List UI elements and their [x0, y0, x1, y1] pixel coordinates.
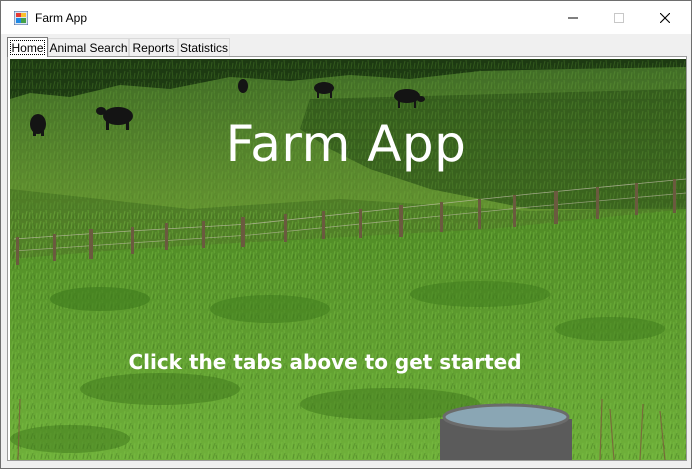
maximize-button[interactable] [596, 1, 642, 34]
window-title: Farm App [35, 11, 88, 25]
home-tab-panel: Farm App Click the tabs above to get sta… [7, 56, 687, 461]
tab-reports-label: Reports [132, 41, 175, 55]
tab-animal-search-label: Animal Search [49, 41, 128, 55]
app-window: Farm App Home Animal Search Reports Stat… [0, 0, 692, 469]
home-headline: Farm App [225, 115, 467, 173]
focus-ring [10, 40, 45, 55]
tab-strip: Home Animal Search Reports Statistics [1, 34, 691, 57]
home-instruction: Click the tabs above to get started [128, 350, 522, 374]
tab-home[interactable]: Home [7, 37, 48, 57]
close-button[interactable] [642, 1, 688, 34]
minimize-icon [568, 17, 578, 18]
tab-statistics-label: Statistics [179, 41, 228, 55]
farm-app-icon [14, 11, 28, 25]
maximize-icon [614, 12, 624, 23]
minimize-button[interactable] [550, 1, 596, 34]
tab-reports[interactable]: Reports [129, 38, 178, 57]
close-icon [660, 12, 670, 23]
title-bar[interactable]: Farm App [1, 1, 691, 34]
tab-animal-search[interactable]: Animal Search [48, 38, 129, 57]
tab-statistics[interactable]: Statistics [178, 38, 230, 57]
